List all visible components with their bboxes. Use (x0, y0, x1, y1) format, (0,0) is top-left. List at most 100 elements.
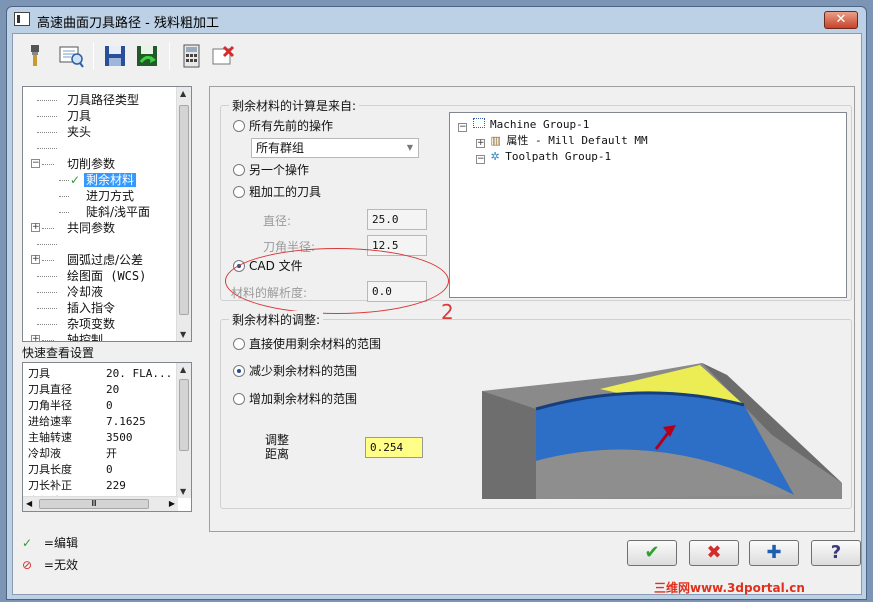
list-item: 冷却液开 (28, 447, 117, 460)
scroll-left-icon[interactable]: ◀ (26, 499, 32, 508)
list-item: 刀具 20. FLA... (28, 367, 173, 380)
save-icon[interactable] (101, 42, 129, 70)
toolbar-separator (93, 42, 94, 70)
expand-icon[interactable]: + (31, 255, 40, 264)
quick-view-list[interactable]: 刀具 20. FLA... 刀具直径 20 刀角半径 0 进给速率 7.1625 主轴转… (22, 362, 192, 512)
radio-use-directly[interactable]: 直接使用剩余材料的范围 (233, 336, 381, 352)
list-item: 刀长补正 229 (28, 479, 126, 492)
tree-item-common-params[interactable]: + 共同参数 (29, 220, 115, 236)
radio-all-previous[interactable]: 所有先前的操作 (233, 118, 333, 134)
question-icon: ? (830, 542, 842, 563)
calculator-icon[interactable] (177, 42, 205, 70)
chevron-down-icon[interactable]: ▼ (402, 139, 418, 157)
quick-view-hscrollbar[interactable]: ◀ Ⅲ ▶ (23, 496, 178, 511)
scroll-thumb[interactable] (179, 379, 189, 451)
adjust-distance-field[interactable]: 0.254 (365, 437, 423, 458)
cross-icon: ✖ (706, 542, 722, 563)
tree-properties[interactable]: + ▥ 属性 - Mill Default MM (476, 133, 648, 149)
list-item: 刀角半径 0 (28, 399, 113, 412)
list-item: 进给速率 7.1625 (28, 415, 146, 428)
dialog-client-area: 刀具路径类型 刀具 夹头 − 切削参数 ✓ 剩余材料 进刀方式 陡斜/浅平面 + (12, 33, 862, 595)
tree-item-axis-control[interactable]: + 轴控制 (29, 332, 103, 341)
window-title: 高速曲面刀具路径 - 残料粗加工 (37, 16, 219, 31)
scroll-down-icon[interactable]: ▼ (180, 487, 186, 496)
preview-icon[interactable] (57, 42, 85, 70)
tree-item-coolant[interactable]: 冷却液 (37, 284, 103, 300)
radio-icon[interactable] (233, 393, 245, 405)
properties-icon: ▥ (490, 134, 501, 147)
scroll-thumb[interactable]: Ⅲ (39, 499, 149, 509)
plus-icon: ✚ (766, 542, 782, 563)
operations-tree[interactable]: − Machine Group-1 + ▥ 属性 - Mill Default … (449, 112, 847, 298)
tree-item-holder[interactable]: 夹头 (37, 124, 91, 140)
list-item: 刀具长度 0 (28, 463, 113, 476)
tree-toolpath-group[interactable]: − ✲ Toolpath Group-1 (476, 149, 611, 165)
tree-scrollbar[interactable]: ▲ ▼ (176, 87, 191, 341)
help-plus-button[interactable]: ✚ (749, 540, 799, 566)
collapse-icon[interactable]: − (31, 159, 40, 168)
title-bar[interactable]: 高速曲面刀具路径 - 残料粗加工 ✕ (7, 7, 866, 33)
tree-item-arc-filter[interactable]: + 圆弧过虑/公差 (29, 252, 143, 268)
scroll-thumb[interactable] (179, 105, 189, 315)
rest-material-page: 剩余材料的计算是来自: 所有先前的操作 所有群组 ▼ 另一个操作 粗加工的刀具 直… (209, 86, 855, 532)
adjust-group-label: 剩余材料的调整: (229, 311, 324, 328)
expand-icon[interactable]: + (31, 223, 40, 232)
check-icon: ✔ (644, 542, 660, 563)
scroll-up-icon[interactable]: ▲ (180, 89, 186, 98)
watermark: 三维网www.3dportal.cn (654, 581, 805, 595)
close-button[interactable]: ✕ (824, 11, 858, 29)
toolbar-separator (169, 42, 170, 70)
tree-item-rest-material[interactable]: ✓ 剩余材料 (59, 172, 137, 188)
collapse-icon[interactable]: − (476, 155, 485, 164)
help-button[interactable]: ? (811, 540, 861, 566)
invalid-icon: ⊘ (22, 558, 33, 572)
tree-item-blank[interactable] (37, 140, 67, 156)
list-item: 主轴转速 3500 (28, 431, 133, 444)
radio-reduce[interactable]: 减少剩余材料的范围 (233, 363, 357, 379)
machine-group-icon (472, 118, 485, 128)
cancel-button[interactable]: ✖ (689, 540, 739, 566)
radio-rough-tool[interactable]: 粗加工的刀具 (233, 184, 321, 200)
scroll-up-icon[interactable]: ▲ (180, 365, 186, 374)
tree-machine-group[interactable]: − Machine Group-1 (458, 117, 589, 133)
diameter-field[interactable]: 25.0 (367, 209, 427, 230)
radio-increase[interactable]: 增加剩余材料的范围 (233, 391, 357, 407)
radio-icon[interactable] (233, 338, 245, 350)
tree-item-toolpath-type[interactable]: 刀具路径类型 (37, 92, 139, 108)
dialog-window: 高速曲面刀具路径 - 残料粗加工 ✕ 刀具路径类型 刀具 夹头 − 切削参数 ✓… (6, 6, 867, 600)
radio-icon[interactable] (233, 186, 245, 198)
expand-icon[interactable]: + (476, 139, 485, 148)
radio-icon[interactable] (233, 120, 245, 132)
tree-item-cut-params[interactable]: − 切削参数 (29, 156, 115, 172)
compute-group-label: 剩余材料的计算是来自: (229, 97, 360, 114)
toolpath-group-icon: ✲ (490, 150, 500, 163)
rest-material-preview-image (482, 335, 842, 499)
tree-item-blank[interactable] (37, 236, 67, 252)
parameter-tree[interactable]: 刀具路径类型 刀具 夹头 − 切削参数 ✓ 剩余材料 进刀方式 陡斜/浅平面 + (22, 86, 192, 342)
scroll-down-icon[interactable]: ▼ (180, 330, 186, 339)
ok-button[interactable]: ✔ (627, 540, 677, 566)
tree-item-entry[interactable]: 进刀方式 (59, 188, 134, 204)
scroll-right-icon[interactable]: ▶ (169, 499, 175, 508)
adjust-distance-label-2: 距离 (265, 447, 290, 461)
tree-item-misc-values[interactable]: 杂项变数 (37, 316, 115, 332)
annotation-ellipse (225, 248, 449, 314)
radio-icon[interactable] (233, 365, 245, 377)
tree-item-wcs[interactable]: 绘图面 (WCS) (37, 268, 146, 284)
quick-view-vscrollbar[interactable]: ▲ ▼ (176, 363, 191, 498)
tree-item-steep-shallow[interactable]: 陡斜/浅平面 (59, 204, 150, 220)
tree-item-tool[interactable]: 刀具 (37, 108, 91, 124)
legend-edit: ✓ =编辑 (22, 536, 78, 550)
tree-item-canned-text[interactable]: 插入指令 (37, 300, 115, 316)
radio-icon[interactable] (233, 164, 245, 176)
tool-icon[interactable] (21, 42, 49, 70)
collapse-icon[interactable]: − (458, 123, 467, 132)
window-app-icon (14, 12, 30, 26)
regen-icon[interactable] (133, 42, 161, 70)
expand-icon[interactable]: + (31, 335, 40, 341)
diameter-label: 直径: (263, 214, 292, 228)
delete-icon[interactable] (209, 42, 237, 70)
group-select[interactable]: 所有群组 ▼ (251, 138, 419, 158)
check-icon: ✓ (22, 536, 33, 550)
radio-another-op[interactable]: 另一个操作 (233, 162, 309, 178)
